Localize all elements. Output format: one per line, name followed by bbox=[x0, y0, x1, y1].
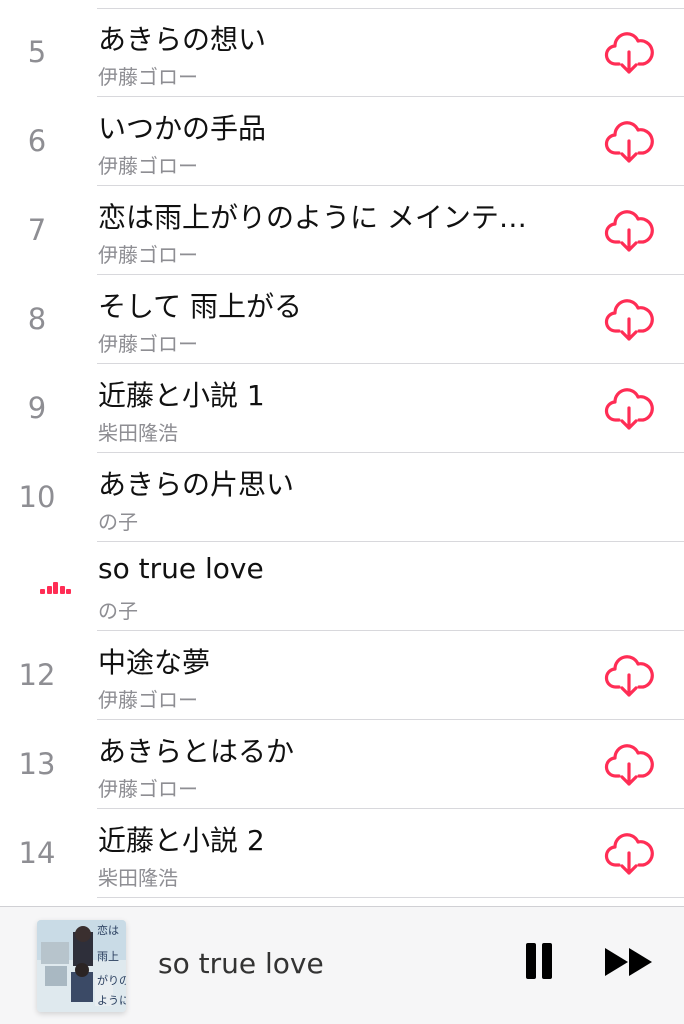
track-title: so true love bbox=[98, 552, 264, 585]
mini-player-title[interactable]: so true love bbox=[158, 947, 324, 980]
cloud-download-icon[interactable] bbox=[604, 206, 654, 256]
track-title: 中途な夢 bbox=[98, 646, 211, 679]
album-artwork-image: 恋は 雨上 がりの ように bbox=[37, 920, 126, 1012]
track-title: 恋は雨上がりのように メインテ… bbox=[98, 201, 527, 234]
track-artist: 伊藤ゴロー bbox=[98, 688, 198, 712]
cloud-download-icon[interactable] bbox=[604, 295, 654, 345]
track-row[interactable]: 13 あきらとはるか伊藤ゴロー bbox=[0, 720, 684, 809]
track-artist: 柴田隆浩 bbox=[98, 421, 178, 445]
track-row[interactable]: so true love の子 bbox=[0, 542, 684, 631]
pause-icon bbox=[526, 943, 536, 979]
cloud-download-icon[interactable] bbox=[604, 117, 654, 167]
artwork-title-text: 恋は bbox=[97, 923, 119, 937]
track-number: 9 bbox=[27, 391, 47, 425]
track-number: 12 bbox=[18, 658, 56, 692]
track-row[interactable]: 9 近藤と小説 1 柴田隆浩 bbox=[0, 364, 684, 453]
track-number: 7 bbox=[27, 213, 47, 247]
cloud-download-icon[interactable] bbox=[604, 651, 654, 701]
cloud-download-icon[interactable] bbox=[604, 829, 654, 879]
track-row[interactable]: 10 あきらの片思いの子 bbox=[0, 453, 684, 542]
track-number: 10 bbox=[18, 480, 56, 514]
pause-button[interactable] bbox=[524, 943, 554, 979]
track-row[interactable]: 8 そして 雨上がる伊藤ゴロー bbox=[0, 275, 684, 364]
track-number: 14 bbox=[18, 836, 56, 870]
svg-text:ように: ように bbox=[97, 994, 126, 1007]
mini-player[interactable]: 恋は 雨上 がりの ように so true love bbox=[0, 906, 684, 1024]
track-title: いつかの手品 bbox=[98, 112, 267, 145]
track-title: 近藤と小説 1 bbox=[98, 379, 265, 412]
track-title: あきらとはるか bbox=[98, 735, 295, 768]
track-artist: の子 bbox=[98, 599, 138, 623]
album-artwork[interactable]: 恋は 雨上 がりの ように bbox=[37, 920, 126, 1012]
track-number: 13 bbox=[18, 747, 56, 781]
track-title: そして 雨上がる bbox=[98, 290, 303, 323]
track-artist: 伊藤ゴロー bbox=[98, 332, 198, 356]
track-artist: 伊藤ゴロー bbox=[98, 777, 198, 801]
album-track-list-screen: 5 あきらの想い 伊藤ゴロー 6 いつかの手品 伊藤ゴロー 7 恋は雨上がりのように メインテ… bbox=[0, 0, 684, 1024]
track-row[interactable]: 6 いつかの手品伊藤ゴロー bbox=[0, 97, 684, 186]
track-artist: 伊藤ゴロー bbox=[98, 243, 198, 267]
track-row[interactable]: 12 中途な夢伊藤ゴロー bbox=[0, 631, 684, 720]
cloud-download-icon[interactable] bbox=[604, 28, 654, 78]
cloud-download-icon[interactable] bbox=[604, 740, 654, 790]
track-artist: 伊藤ゴロー bbox=[98, 154, 198, 178]
svg-text:がりの: がりの bbox=[97, 973, 126, 987]
now-playing-bars-icon bbox=[40, 582, 72, 594]
track-artist: 伊藤ゴロー bbox=[98, 65, 198, 89]
track-row[interactable]: 7 恋は雨上がりのように メインテ… 伊藤ゴロー bbox=[0, 186, 684, 275]
track-number: 5 bbox=[27, 35, 47, 69]
track-title: あきらの片思い bbox=[98, 468, 295, 501]
fast-forward-icon bbox=[605, 948, 652, 976]
track-row[interactable]: 5 あきらの想い伊藤ゴロー bbox=[0, 8, 684, 97]
track-number: 6 bbox=[27, 124, 47, 158]
fast-forward-button[interactable] bbox=[603, 947, 655, 977]
track-title: あきらの想い bbox=[98, 23, 267, 56]
track-artist: 柴田隆浩 bbox=[98, 866, 178, 890]
cloud-download-icon[interactable] bbox=[604, 384, 654, 434]
track-row[interactable]: 14 近藤と小説 2 柴田隆浩 bbox=[0, 809, 684, 898]
track-number: 8 bbox=[27, 302, 47, 336]
track-list: 5 あきらの想い 伊藤ゴロー 6 いつかの手品 伊藤ゴロー 7 恋は雨上がりのように メインテ… bbox=[0, 8, 684, 898]
track-title: 近藤と小説 2 bbox=[98, 824, 265, 857]
svg-text:雨上: 雨上 bbox=[97, 950, 119, 963]
track-artist: の子 bbox=[98, 510, 138, 534]
